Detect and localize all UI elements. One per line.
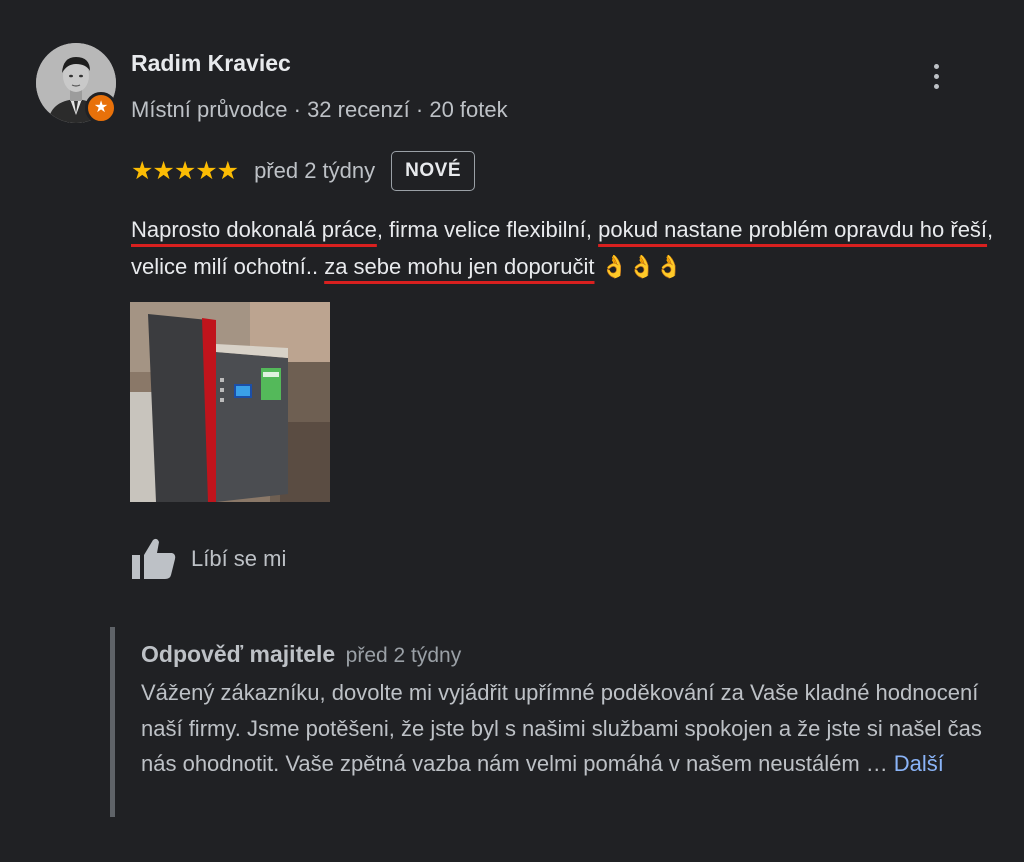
dot	[933, 83, 939, 89]
rating-row: ★★★★★ před 2 týdny NOVÉ	[131, 150, 475, 192]
author-name[interactable]: Radim Kraviec	[131, 50, 291, 77]
review-text-highlight: Naprosto dokonalá práce	[131, 217, 377, 242]
dot	[933, 73, 939, 79]
review-text-highlight: za sebe mohu jen doporučit	[324, 254, 595, 279]
owner-reply: Odpověď majitele před 2 týdny Vážený zák…	[110, 627, 995, 817]
ok-hand-emoji: 👌👌👌	[594, 254, 683, 279]
new-badge: NOVÉ	[391, 151, 475, 191]
thumb-up-icon	[132, 538, 176, 579]
like-label: Líbí se mi	[191, 546, 287, 571]
review-text-highlight: pokud nastane problém opravdu ho řeší	[598, 217, 988, 242]
review-text: Naprosto dokonalá práce, firma velice fl…	[131, 211, 1001, 285]
owner-reply-text: Vážený zákazníku, dovolte mi vyjádřit up…	[141, 680, 982, 776]
owner-reply-body: Vážený zákazníku, dovolte mi vyjádřit up…	[141, 675, 991, 782]
review-text-segment: , firma velice flexibilní,	[376, 217, 599, 242]
review-time: před 2 týdny	[254, 158, 376, 183]
boiler-photo	[130, 302, 330, 502]
author-meta: Místní průvodce · 32 recenzí · 20 fotek	[131, 97, 508, 122]
review-card: ★ Radim Kraviec Místní průvodce · 32 rec…	[0, 0, 1024, 862]
local-guide-badge-star-icon: ★	[85, 92, 117, 124]
more-vert-icon[interactable]	[922, 58, 950, 94]
more-link[interactable]: Další	[894, 751, 944, 776]
dot	[933, 63, 939, 69]
like-button[interactable]: Líbí se mi	[131, 537, 286, 581]
owner-reply-header: Odpověď majitele před 2 týdny	[141, 641, 461, 668]
review-photo[interactable]	[130, 302, 330, 502]
owner-reply-time: před 2 týdny	[345, 644, 462, 667]
owner-reply-title: Odpověď majitele	[141, 641, 336, 667]
star-rating: ★★★★★	[131, 156, 239, 185]
